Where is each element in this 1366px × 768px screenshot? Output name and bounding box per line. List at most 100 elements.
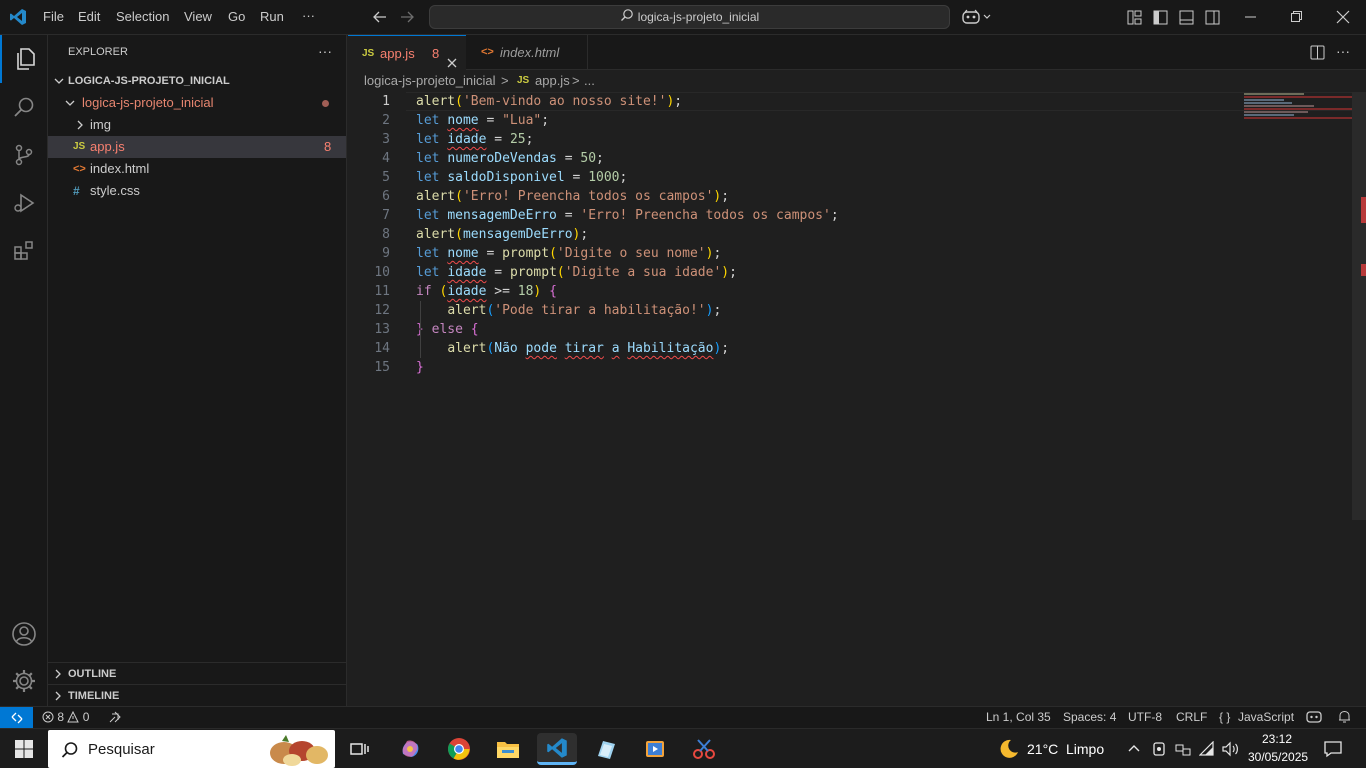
remote-icon bbox=[11, 712, 22, 723]
extensions-icon[interactable] bbox=[0, 227, 48, 275]
customize-layout-icon[interactable] bbox=[1127, 10, 1142, 28]
minimize-icon[interactable] bbox=[1244, 10, 1258, 27]
minimap[interactable] bbox=[1244, 92, 1352, 122]
menu-selection[interactable]: Selection bbox=[116, 9, 169, 24]
chevron-up-icon[interactable] bbox=[1127, 742, 1141, 757]
explorer-header: EXPLORER bbox=[68, 46, 128, 58]
line-content: let idade = prompt('Digite a sua idade')… bbox=[416, 265, 737, 280]
breadcrumb-separator: > bbox=[501, 73, 509, 88]
activity-bar bbox=[0, 35, 48, 706]
cursor-position[interactable]: Ln 1, Col 35 bbox=[986, 707, 1051, 728]
tab-app-js[interactable]: JS app.js 8 bbox=[348, 35, 466, 70]
explorer-icon[interactable] bbox=[0, 35, 48, 83]
line-content: } bbox=[416, 360, 424, 375]
indentation[interactable]: Spaces: 4 bbox=[1063, 707, 1116, 728]
search-view-icon[interactable] bbox=[0, 83, 48, 131]
network-ethernet-icon[interactable] bbox=[1175, 741, 1191, 760]
tab-problem-badge: 8 bbox=[432, 46, 440, 61]
line-number: 1 bbox=[382, 94, 390, 109]
toggle-secondary-sidebar-icon[interactable] bbox=[1205, 10, 1220, 28]
menu-more[interactable]: ··· bbox=[302, 8, 315, 23]
split-editor-icon[interactable] bbox=[1310, 45, 1325, 63]
explorer-more-button[interactable]: ··· bbox=[318, 43, 332, 59]
run-debug-icon[interactable] bbox=[0, 179, 48, 227]
timeline-section[interactable]: TIMELINE bbox=[48, 684, 346, 706]
tree-folder-project[interactable]: logica-js-projeto_inicial bbox=[48, 92, 346, 114]
restore-icon[interactable] bbox=[1290, 10, 1304, 27]
taskbar-search[interactable]: Pesquisar bbox=[48, 730, 335, 768]
clock-date[interactable]: 30/05/2025 bbox=[1248, 750, 1308, 764]
tab-label: app.js bbox=[380, 46, 415, 61]
accounts-icon[interactable] bbox=[0, 610, 48, 658]
chrome-icon[interactable] bbox=[439, 733, 479, 765]
status-bar: 8 0 Ln 1, Col 35 Spaces: 4 UTF-8 CRLF { … bbox=[0, 706, 1366, 728]
line-content: let saldoDisponivel = 1000; bbox=[416, 170, 628, 185]
line-number: 5 bbox=[382, 170, 390, 185]
search-icon bbox=[620, 7, 634, 29]
menu-go[interactable]: Go bbox=[228, 9, 245, 24]
tab-index-html[interactable]: <> index.html bbox=[466, 35, 588, 70]
line-content: alert('Erro! Preencha todos os campos'); bbox=[416, 189, 730, 204]
line-content: let mensagemDeErro = 'Erro! Preencha tod… bbox=[416, 208, 839, 223]
notification-center-icon[interactable] bbox=[1324, 740, 1342, 761]
task-view-icon[interactable] bbox=[340, 733, 380, 765]
html-file-icon: <> bbox=[481, 46, 494, 58]
toggle-primary-sidebar-icon[interactable] bbox=[1153, 10, 1168, 28]
error-icon bbox=[42, 711, 54, 723]
command-center-search[interactable]: logica-js-projeto_inicial bbox=[429, 5, 950, 29]
line-number: 7 bbox=[382, 208, 390, 223]
remote-indicator[interactable] bbox=[0, 707, 33, 728]
menu-file[interactable]: File bbox=[43, 9, 64, 24]
problem-count-badge: 8 bbox=[324, 139, 332, 154]
line-content: let numeroDeVendas = 50; bbox=[416, 151, 604, 166]
close-window-icon[interactable] bbox=[1336, 10, 1350, 27]
settings-gear-icon[interactable] bbox=[0, 657, 48, 705]
snipping-tool-icon[interactable] bbox=[684, 733, 724, 765]
clock-time[interactable]: 23:12 bbox=[1262, 732, 1292, 746]
tray-app-icon[interactable] bbox=[1152, 741, 1166, 760]
volume-icon[interactable] bbox=[1221, 741, 1239, 760]
menu-edit[interactable]: Edit bbox=[78, 9, 100, 24]
code-editor[interactable]: 1 alert('Bem-vindo ao nosso site!'); 2 let… bbox=[348, 92, 1366, 706]
tree-folder-label: logica-js-projeto_inicial bbox=[82, 95, 214, 110]
notepad-app-icon[interactable] bbox=[586, 733, 626, 765]
workspace-root[interactable]: LOGICA-JS-PROJETO_INICIAL bbox=[48, 70, 346, 92]
tree-item-index-html[interactable]: <> index.html bbox=[48, 158, 346, 180]
encoding[interactable]: UTF-8 bbox=[1128, 707, 1162, 728]
vscode-taskbar-icon[interactable] bbox=[537, 733, 577, 765]
toggle-panel-icon[interactable] bbox=[1179, 10, 1194, 28]
breadcrumb-symbol[interactable]: ... bbox=[584, 70, 595, 92]
windows-taskbar: Pesquisar 21°C Limpo 23:12 30/05/2025 bbox=[0, 728, 1366, 768]
copilot-app-icon[interactable] bbox=[390, 733, 430, 765]
warning-count: 0 bbox=[82, 710, 90, 724]
file-explorer-icon[interactable] bbox=[488, 733, 528, 765]
windows-start-icon[interactable] bbox=[4, 733, 44, 765]
source-control-icon[interactable] bbox=[0, 131, 48, 179]
arrow-right-icon[interactable] bbox=[399, 9, 415, 28]
tree-item-label: app.js bbox=[90, 139, 125, 154]
tree-item-img[interactable]: img bbox=[48, 114, 346, 136]
outline-section[interactable]: OUTLINE bbox=[48, 662, 346, 684]
language-mode[interactable]: JavaScript bbox=[1238, 707, 1294, 728]
menu-view[interactable]: View bbox=[184, 9, 212, 24]
weather-moon-icon[interactable] bbox=[996, 738, 1020, 763]
scrollbar[interactable] bbox=[1352, 92, 1366, 520]
search-highlight-image bbox=[262, 733, 332, 768]
menu-run[interactable]: Run bbox=[260, 9, 284, 24]
media-player-icon[interactable] bbox=[635, 733, 675, 765]
copilot-icon[interactable] bbox=[962, 9, 992, 28]
line-ending[interactable]: CRLF bbox=[1176, 707, 1207, 728]
weather-condition[interactable]: Limpo bbox=[1066, 741, 1104, 757]
weather-temperature[interactable]: 21°C bbox=[1027, 741, 1058, 757]
tree-item-label: img bbox=[90, 117, 111, 132]
breadcrumb-folder[interactable]: logica-js-projeto_inicial bbox=[364, 70, 496, 92]
js-file-icon: JS bbox=[362, 48, 375, 59]
editor-more-button[interactable]: ··· bbox=[1336, 43, 1350, 59]
tree-item-app-js[interactable]: JS app.js 8 bbox=[48, 136, 346, 158]
tree-item-style-css[interactable]: # style.css bbox=[48, 180, 346, 202]
wifi-icon[interactable] bbox=[1198, 740, 1215, 760]
arrow-left-icon[interactable] bbox=[372, 9, 388, 28]
problems-indicator[interactable]: 8 0 bbox=[42, 707, 89, 728]
indent-guide bbox=[420, 301, 421, 358]
breadcrumb-file[interactable]: app.js bbox=[535, 70, 570, 92]
